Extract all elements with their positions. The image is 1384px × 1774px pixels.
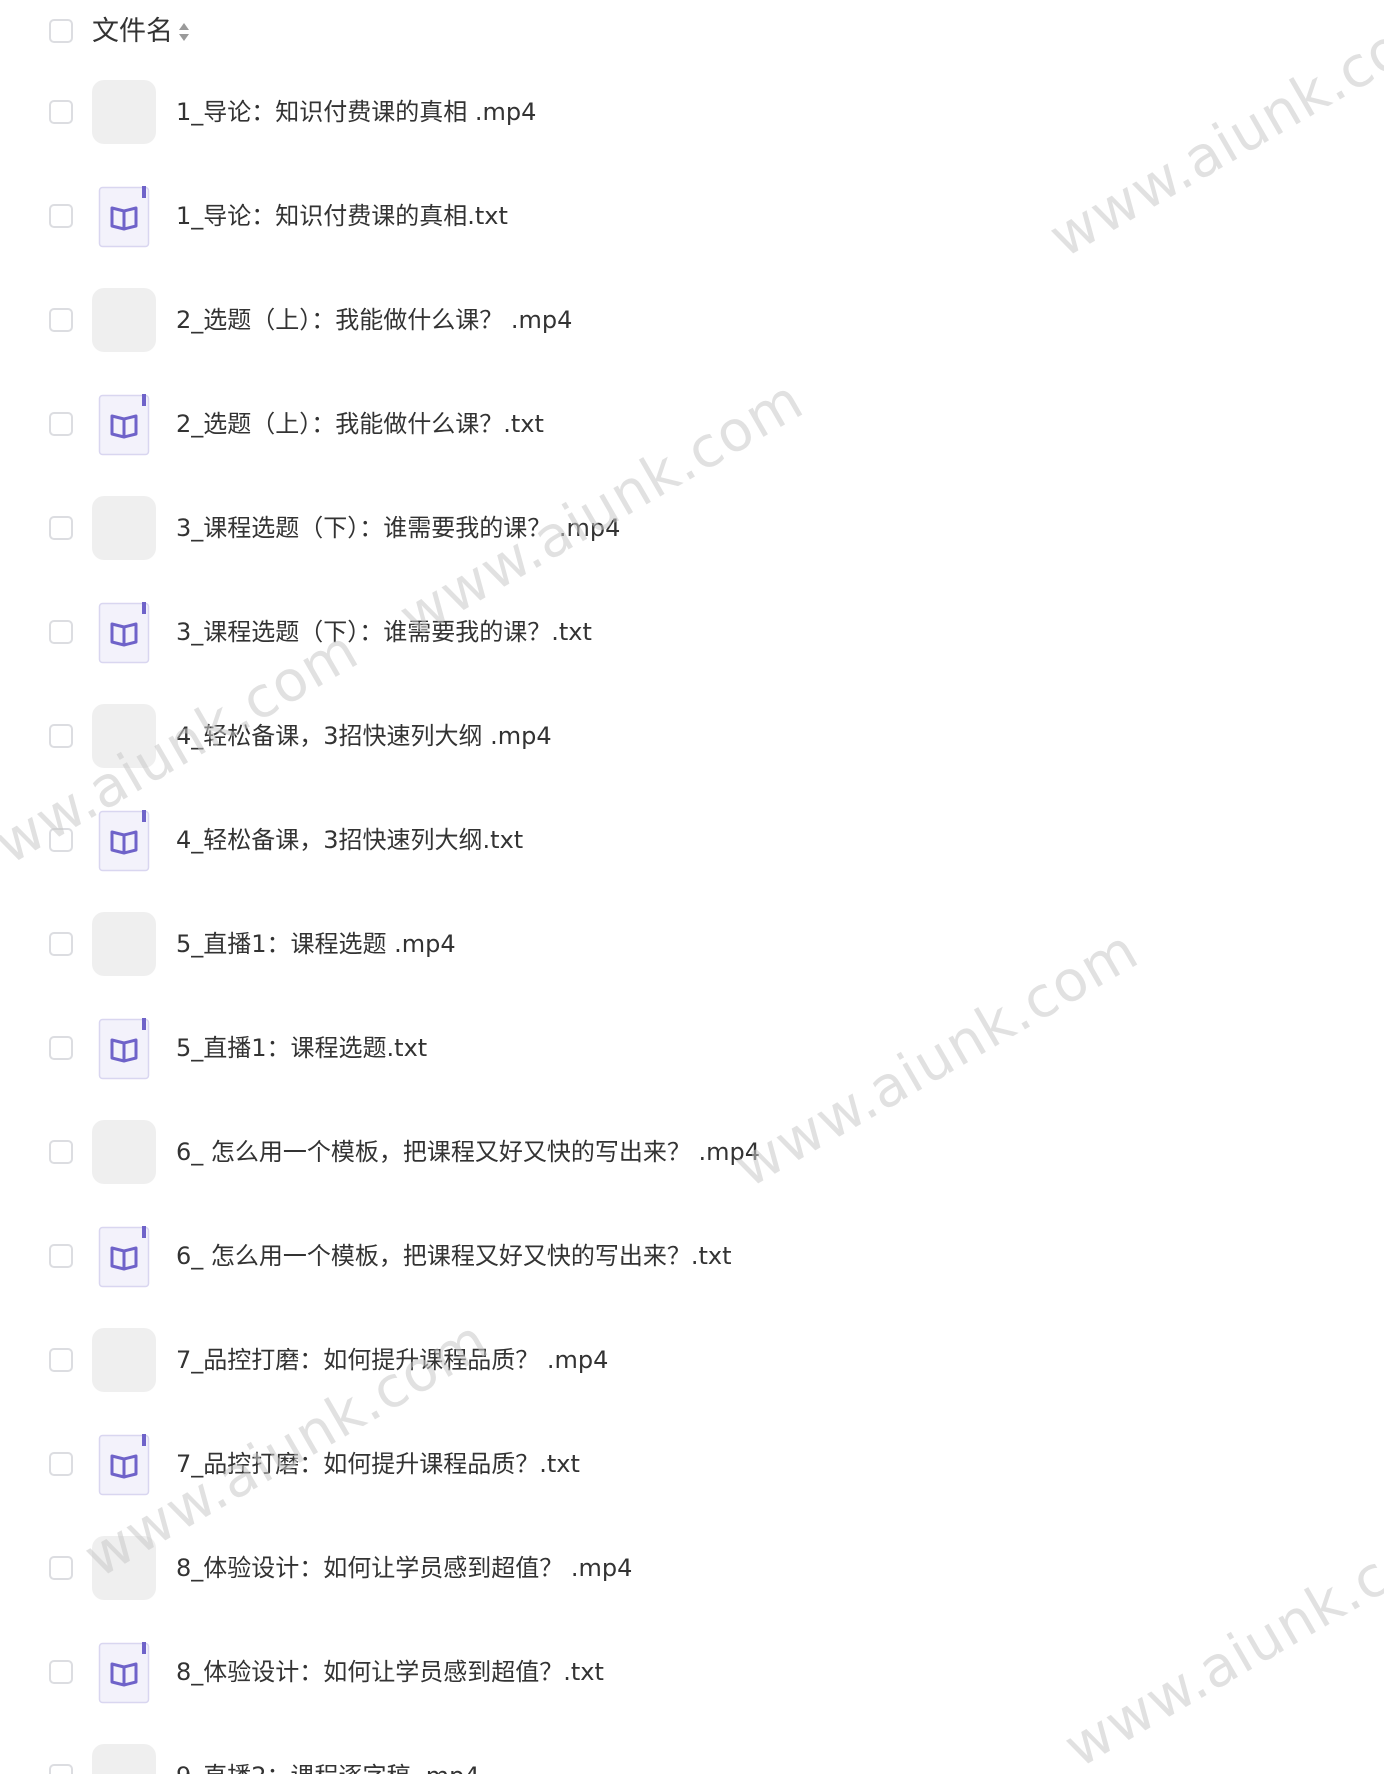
file-name[interactable]: 5_直播1：课程选题.txt [176, 1030, 427, 1066]
file-row[interactable]: 4_轻松备课，3招快速列大纲 .mp4 [0, 684, 1384, 788]
file-name[interactable]: 3_课程选题（下）：谁需要我的课？ .mp4 [176, 510, 620, 546]
video-thumbnail[interactable] [92, 704, 156, 768]
file-row[interactable]: 9_直播2：课程逐字稿 .mp4 [0, 1724, 1384, 1774]
filename-column-header[interactable]: 文件名 [92, 14, 173, 50]
file-name[interactable]: 5_直播1：课程选题 .mp4 [176, 926, 456, 962]
text-document-icon[interactable] [98, 186, 150, 248]
file-row[interactable]: 6_ 怎么用一个模板，把课程又好又快的写出来？.txt [0, 1204, 1384, 1308]
file-name[interactable]: 3_课程选题（下）：谁需要我的课？.txt [176, 614, 592, 650]
file-row[interactable]: 7_品控打磨：如何提升课程品质？.txt [0, 1412, 1384, 1516]
file-row[interactable]: 1_导论：知识付费课的真相 .mp4 [0, 60, 1384, 164]
file-list-page: 文件名 1_导论：知识付费课的真相 .mp4 1_导论：知识付费课的真相.txt 2… [0, 0, 1384, 1774]
video-thumbnail[interactable] [92, 288, 156, 352]
file-row[interactable]: 3_课程选题（下）：谁需要我的课？ .mp4 [0, 476, 1384, 580]
file-checkbox[interactable] [49, 1452, 73, 1476]
file-name[interactable]: 7_品控打磨：如何提升课程品质？.txt [176, 1446, 580, 1482]
text-document-icon[interactable] [98, 810, 150, 872]
file-name[interactable]: 6_ 怎么用一个模板，把课程又好又快的写出来？ .mp4 [176, 1134, 760, 1170]
file-name[interactable]: 9_直播2：课程逐字稿 .mp4 [176, 1758, 480, 1774]
file-checkbox[interactable] [49, 1556, 73, 1580]
file-name[interactable]: 4_轻松备课，3招快速列大纲 .mp4 [176, 718, 552, 754]
video-thumbnail[interactable] [92, 1744, 156, 1774]
file-name[interactable]: 7_品控打磨：如何提升课程品质？ .mp4 [176, 1342, 608, 1378]
sort-updown-icon[interactable] [177, 20, 191, 44]
file-row[interactable]: 2_选题（上）：我能做什么课？ .mp4 [0, 268, 1384, 372]
file-checkbox[interactable] [49, 932, 73, 956]
file-name[interactable]: 6_ 怎么用一个模板，把课程又好又快的写出来？.txt [176, 1238, 732, 1274]
file-checkbox[interactable] [49, 1660, 73, 1684]
text-document-icon[interactable] [98, 1018, 150, 1080]
file-row[interactable]: 5_直播1：课程选题.txt [0, 996, 1384, 1100]
file-checkbox[interactable] [49, 204, 73, 228]
file-row[interactable]: 8_体验设计：如何让学员感到超值？.txt [0, 1620, 1384, 1724]
file-name[interactable]: 1_导论：知识付费课的真相.txt [176, 198, 508, 234]
text-document-icon[interactable] [98, 394, 150, 456]
file-checkbox[interactable] [49, 100, 73, 124]
video-thumbnail[interactable] [92, 496, 156, 560]
text-document-icon[interactable] [98, 1642, 150, 1704]
file-checkbox[interactable] [49, 1036, 73, 1060]
file-row[interactable]: 5_直播1：课程选题 .mp4 [0, 892, 1384, 996]
file-row[interactable]: 8_体验设计：如何让学员感到超值？ .mp4 [0, 1516, 1384, 1620]
file-checkbox[interactable] [49, 620, 73, 644]
file-row[interactable]: 2_选题（上）：我能做什么课？.txt [0, 372, 1384, 476]
select-all-checkbox[interactable] [49, 19, 73, 43]
video-thumbnail[interactable] [92, 912, 156, 976]
file-checkbox[interactable] [49, 1244, 73, 1268]
file-row[interactable]: 3_课程选题（下）：谁需要我的课？.txt [0, 580, 1384, 684]
text-document-icon[interactable] [98, 1434, 150, 1496]
video-thumbnail[interactable] [92, 1120, 156, 1184]
file-row[interactable]: 4_轻松备课，3招快速列大纲.txt [0, 788, 1384, 892]
text-document-icon[interactable] [98, 602, 150, 664]
file-checkbox[interactable] [49, 412, 73, 436]
file-row[interactable]: 6_ 怎么用一个模板，把课程又好又快的写出来？ .mp4 [0, 1100, 1384, 1204]
file-name[interactable]: 8_体验设计：如何让学员感到超值？.txt [176, 1654, 604, 1690]
file-checkbox[interactable] [49, 828, 73, 852]
file-checkbox[interactable] [49, 516, 73, 540]
file-checkbox[interactable] [49, 308, 73, 332]
file-name[interactable]: 2_选题（上）：我能做什么课？ .mp4 [176, 302, 572, 338]
file-name[interactable]: 4_轻松备课，3招快速列大纲.txt [176, 822, 523, 858]
file-checkbox[interactable] [49, 1764, 73, 1774]
file-name[interactable]: 8_体验设计：如何让学员感到超值？ .mp4 [176, 1550, 632, 1586]
video-thumbnail[interactable] [92, 80, 156, 144]
file-checkbox[interactable] [49, 1348, 73, 1372]
file-checkbox[interactable] [49, 724, 73, 748]
file-row[interactable]: 7_品控打磨：如何提升课程品质？ .mp4 [0, 1308, 1384, 1412]
video-thumbnail[interactable] [92, 1536, 156, 1600]
video-thumbnail[interactable] [92, 1328, 156, 1392]
file-checkbox[interactable] [49, 1140, 73, 1164]
file-name[interactable]: 2_选题（上）：我能做什么课？.txt [176, 406, 544, 442]
file-name[interactable]: 1_导论：知识付费课的真相 .mp4 [176, 94, 536, 130]
file-row[interactable]: 1_导论：知识付费课的真相.txt [0, 164, 1384, 268]
text-document-icon[interactable] [98, 1226, 150, 1288]
